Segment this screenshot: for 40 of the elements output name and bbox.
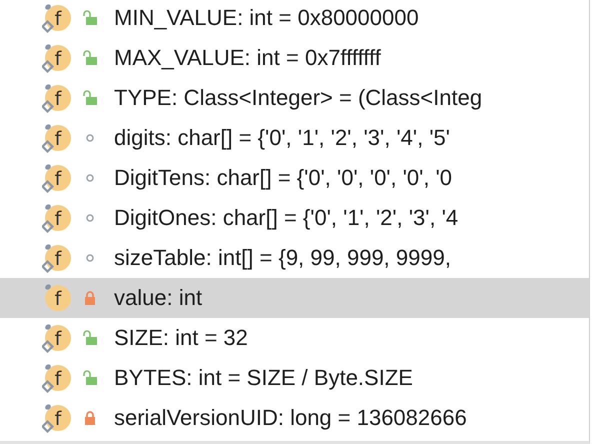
field-row[interactable]: f value: int — [0, 278, 589, 318]
field-label: serialVersionUID: long = 136082666 — [114, 405, 467, 431]
field-label: SIZE: int = 32 — [114, 325, 248, 351]
static-field-icon: f — [42, 323, 72, 353]
field-row[interactable]: f DigitTens: char[] = {'0', '0', '0', '0', '0 — [0, 158, 589, 198]
open-lock-icon — [82, 90, 98, 106]
open-lock-icon — [82, 370, 98, 386]
static-field-icon: f — [42, 43, 72, 73]
field-label: sizeTable: int[] = {9, 99, 999, 9999, — [114, 245, 451, 271]
static-field-icon: f — [42, 123, 72, 153]
field-label: MIN_VALUE: int = 0x80000000 — [114, 5, 419, 31]
field-row[interactable]: f digits: char[] = {'0', '1', '2', '3', '4', '5' — [0, 118, 589, 158]
field-row[interactable]: f DigitOnes: char[] = {'0', '1', '2', '3', '4 — [0, 198, 589, 238]
field-label: digits: char[] = {'0', '1', '2', '3', '4', '5' — [114, 125, 450, 151]
field-label: TYPE: Class<Integer> = (Class<Integ — [114, 85, 482, 111]
field-row[interactable]: f MAX_VALUE: int = 0x7fffffff — [0, 38, 589, 78]
static-field-icon: f — [42, 83, 72, 113]
field-row[interactable]: f sizeTable: int[] = {9, 99, 999, 9999, — [0, 238, 589, 278]
field-label: BYTES: int = SIZE / Byte.SIZE — [114, 365, 413, 391]
lock-icon — [82, 410, 98, 426]
static-field-icon: f — [42, 363, 72, 393]
field-row[interactable]: f serialVersionUID: long = 136082666 — [0, 398, 589, 438]
open-lock-icon — [82, 10, 98, 26]
field-icon: f — [42, 283, 72, 313]
static-field-icon: f — [42, 203, 72, 233]
static-field-icon: f — [42, 403, 72, 433]
static-field-icon: f — [42, 163, 72, 193]
lock-icon — [82, 290, 98, 306]
field-row[interactable]: f MIN_VALUE: int = 0x80000000 — [0, 0, 589, 38]
field-row[interactable]: f TYPE: Class<Integer> = (Class<Integ — [0, 78, 589, 118]
static-field-icon: f — [42, 243, 72, 273]
open-lock-icon — [82, 50, 98, 66]
field-label: value: int — [114, 285, 202, 311]
field-label: DigitOnes: char[] = {'0', '1', '2', '3', '4 — [114, 205, 458, 231]
field-row[interactable]: f SIZE: int = 32 — [0, 318, 589, 358]
static-field-icon: f — [42, 3, 72, 33]
open-lock-icon — [82, 330, 98, 346]
field-label: DigitTens: char[] = {'0', '0', '0', '0', '0 — [114, 165, 452, 191]
field-row[interactable]: f BYTES: int = SIZE / Byte.SIZE — [0, 358, 589, 398]
field-label: MAX_VALUE: int = 0x7fffffff — [114, 45, 381, 71]
